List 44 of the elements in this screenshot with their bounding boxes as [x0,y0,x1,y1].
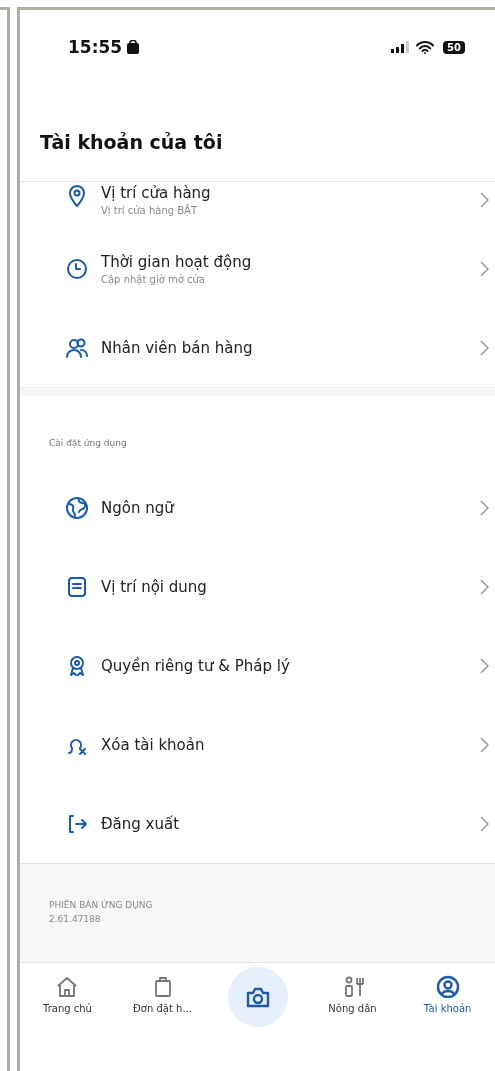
tab-item[interactable]: Đơn đặt h... [133,975,192,1014]
version-label: PHIÊN BẢN ỨNG DỤNG [49,900,154,910]
status-time: 15:55 [68,37,123,57]
document-icon [65,574,89,599]
item-subtitle: Vị trí cửa hàng BẬT [101,205,199,216]
battery-icon: 50 [443,40,465,54]
item-title: Đăng xuất [101,814,181,833]
item-title: Thời gian hoạt động [101,252,253,271]
menu-item[interactable]: Thời gian hoạt động Cập nhật giờ mở cửa [20,229,495,308]
chevron-right-icon [480,736,489,753]
tab-item[interactable]: Nông dân [328,975,377,1014]
chevron-right-icon [480,657,489,674]
signal-icon [391,41,412,53]
chevron-right-icon [480,815,489,832]
item-title: Vị trí cửa hàng [101,184,212,202]
menu-item[interactable]: Nhân viên bán hàng [20,308,495,387]
chevron-right-icon [480,339,489,356]
item-title: Vị trí nội dung [101,577,208,596]
item-title: Nhân viên bán hàng [101,338,254,357]
item-title: Ngôn ngữ [101,498,176,517]
section-label: Cài đặt ứng dụng [48,437,128,450]
chevron-right-icon [480,578,489,595]
menu-item[interactable]: Ngôn ngữ [20,468,495,547]
tab-item[interactable]: Tài khoản [423,975,472,1014]
tab-item[interactable]: Trang chủ [43,975,92,1014]
menu-item[interactable]: Đăng xuất [20,784,495,863]
globe-icon [65,495,89,520]
menu-item[interactable]: Vị trí cửa hàng Vị trí cửa hàng BẬT [20,182,495,229]
chevron-right-icon [480,260,489,277]
account-icon [435,975,460,999]
menu-item[interactable]: Quyền riêng tư & Pháp lý [20,626,495,705]
item-subtitle: Cập nhật giờ mở cửa [101,273,206,285]
chevron-right-icon [480,192,489,208]
version-number: 2.61.47188 [49,914,102,924]
page-title: Tài khoản của tôi [40,131,224,153]
lock-icon [127,40,140,54]
camera-icon [245,986,270,1008]
wifi-icon [416,40,435,54]
item-title: Xóa tài khoản [101,735,206,754]
menu-item[interactable]: Xóa tài khoản [20,705,495,784]
item-title: Quyền riêng tư & Pháp lý [101,656,291,675]
clock-icon [65,256,89,281]
menu-item[interactable]: Vị trí nội dung [20,547,495,626]
chevron-right-icon [480,499,489,516]
